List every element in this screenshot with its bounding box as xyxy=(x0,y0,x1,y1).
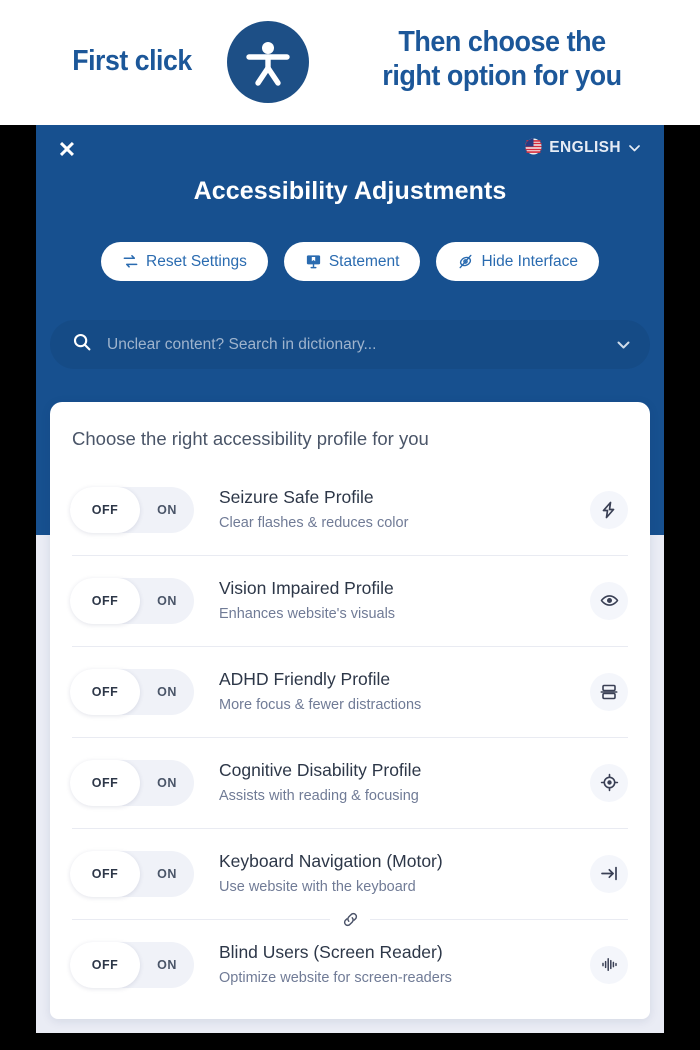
audio-waveform-icon[interactable] xyxy=(590,945,628,984)
search-bar[interactable]: Unclear content? Search in dictionary... xyxy=(50,320,650,369)
toggle-off-label[interactable]: OFF xyxy=(70,867,140,881)
profile-text: ADHD Friendly Profile More focus & fewer… xyxy=(219,669,590,714)
hide-interface-button[interactable]: Hide Interface xyxy=(436,242,599,281)
profile-name: Keyboard Navigation (Motor) xyxy=(219,851,443,871)
profile-text: Keyboard Navigation (Motor) Use website … xyxy=(219,851,590,896)
page-title: Accessibility Adjustments xyxy=(193,177,507,205)
toggle-on-label[interactable]: ON xyxy=(140,594,194,608)
eye-icon[interactable] xyxy=(590,581,628,620)
profile-row-seizure-safe[interactable]: OFF ON Seizure Safe Profile Clear flashe… xyxy=(50,464,650,555)
instruction-banner: First click Then choose the right option… xyxy=(0,0,700,125)
reset-settings-button[interactable]: Reset Settings xyxy=(101,242,268,281)
profile-row-vision-impaired[interactable]: OFF ON Vision Impaired Profile Enhances … xyxy=(50,555,650,646)
close-button[interactable]: ✕ xyxy=(50,133,84,167)
toggle-on-label[interactable]: ON xyxy=(140,958,194,972)
profile-text: Blind Users (Screen Reader) Optimize web… xyxy=(219,942,590,987)
toggle-on-label[interactable]: ON xyxy=(140,503,194,517)
us-flag-icon xyxy=(525,138,542,159)
toggle-off-label[interactable]: OFF xyxy=(70,685,140,699)
layout-rows-icon[interactable] xyxy=(590,672,628,711)
lightning-bolt-icon[interactable] xyxy=(590,490,628,529)
statement-label: Statement xyxy=(328,252,400,270)
statement-button[interactable]: Statement xyxy=(283,242,421,281)
accessibility-logo xyxy=(217,12,319,112)
profile-row-adhd-friendly[interactable]: OFF ON ADHD Friendly Profile More focus … xyxy=(50,646,650,737)
profile-desc: Use website with the keyboard xyxy=(219,878,416,895)
profile-desc: Clear flashes & reduces color xyxy=(219,514,409,531)
reset-settings-label: Reset Settings xyxy=(146,252,247,270)
profile-text: Cognitive Disability Profile Assists wit… xyxy=(219,760,590,805)
link-chain-icon xyxy=(330,908,370,930)
toggle-blind-users[interactable]: OFF ON xyxy=(70,941,194,988)
target-crosshair-icon[interactable] xyxy=(590,763,628,802)
statement-monitor-icon xyxy=(305,253,322,270)
toggle-off-label[interactable]: OFF xyxy=(70,958,140,972)
profiles-card: Choose the right accessibility profile f… xyxy=(50,402,650,1019)
hide-eye-icon xyxy=(457,253,474,270)
banner-right-line1: Then choose the xyxy=(398,26,606,58)
profile-row-keyboard-navigation[interactable]: OFF ON Keyboard Navigation (Motor) Use w… xyxy=(50,828,650,919)
toggle-off-label[interactable]: OFF xyxy=(70,503,140,517)
toggle-on-label[interactable]: ON xyxy=(140,685,194,699)
reset-arrows-icon xyxy=(122,253,139,270)
action-buttons: Reset Settings Statement Hide Interface xyxy=(36,242,664,281)
toggle-cognitive-disability[interactable]: OFF ON xyxy=(70,759,194,806)
search-icon xyxy=(72,332,92,357)
chevron-down-icon xyxy=(629,141,640,155)
banner-right-text: Then choose the right option for you xyxy=(344,26,660,93)
accessibility-person-icon xyxy=(227,21,309,103)
toggle-vision-impaired[interactable]: OFF ON xyxy=(70,577,194,624)
accessibility-widget: ✕ ENGLISH Accessibility Adjustments Rese… xyxy=(36,125,664,1033)
toggle-keyboard-navigation[interactable]: OFF ON xyxy=(70,850,194,897)
profile-row-cognitive-disability[interactable]: OFF ON Cognitive Disability Profile Assi… xyxy=(50,737,650,828)
profile-name: Cognitive Disability Profile xyxy=(219,760,422,780)
toggle-seizure-safe[interactable]: OFF ON xyxy=(70,486,194,533)
toggle-on-label[interactable]: ON xyxy=(140,776,194,790)
profile-name: Blind Users (Screen Reader) xyxy=(219,942,443,962)
profile-name: Seizure Safe Profile xyxy=(219,487,374,507)
profile-list: OFF ON Seizure Safe Profile Clear flashe… xyxy=(50,464,650,1010)
profile-row-blind-users[interactable]: OFF ON Blind Users (Screen Reader) Optim… xyxy=(50,908,650,1010)
profile-desc: Enhances website's visuals xyxy=(219,605,396,622)
banner-left-text: First click xyxy=(72,45,192,77)
card-title: Choose the right accessibility profile f… xyxy=(72,428,429,449)
profile-desc: Optimize website for screen-readers xyxy=(219,969,452,986)
toggle-off-label[interactable]: OFF xyxy=(70,594,140,608)
search-input[interactable]: Unclear content? Search in dictionary... xyxy=(107,336,617,354)
language-selector[interactable]: ENGLISH xyxy=(525,133,640,163)
toggle-off-label[interactable]: OFF xyxy=(70,776,140,790)
profile-text: Seizure Safe Profile Clear flashes & red… xyxy=(219,487,590,532)
profile-desc: More focus & fewer distractions xyxy=(219,696,422,713)
profile-text: Vision Impaired Profile Enhances website… xyxy=(219,578,590,623)
profile-desc: Assists with reading & focusing xyxy=(219,787,419,804)
arrow-to-bar-icon[interactable] xyxy=(590,854,628,893)
banner-right-line2: right option for you xyxy=(382,59,622,92)
toggle-adhd-friendly[interactable]: OFF ON xyxy=(70,668,194,715)
profile-name: Vision Impaired Profile xyxy=(219,578,394,598)
search-chevron-down-icon[interactable] xyxy=(617,337,630,352)
toggle-on-label[interactable]: ON xyxy=(140,867,194,881)
profile-name: ADHD Friendly Profile xyxy=(219,669,391,689)
language-label: ENGLISH xyxy=(549,139,621,156)
hide-interface-label: Hide Interface xyxy=(481,252,578,270)
